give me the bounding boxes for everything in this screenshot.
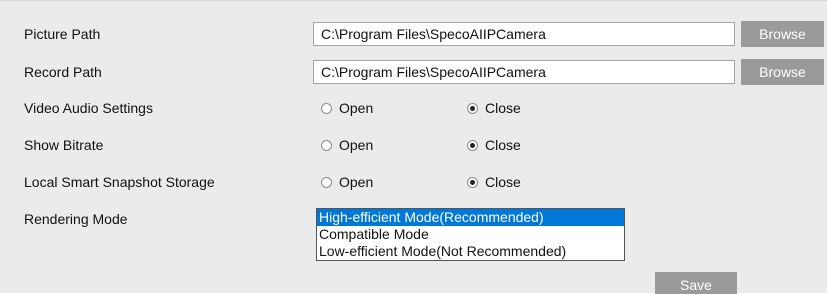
rendering-mode-option[interactable]: High-efficient Mode(Recommended) [317,209,624,226]
video-audio-close-radio[interactable]: Close [467,99,521,117]
show-bitrate-open-radio[interactable]: Open [321,136,373,154]
snapshot-storage-open-radio[interactable]: Open [321,173,373,191]
picture-path-label: Picture Path [24,26,101,42]
radio-unchecked-icon [321,139,332,151]
record-path-input[interactable] [313,60,735,84]
snapshot-storage-label: Local Smart Snapshot Storage [24,174,215,190]
save-button[interactable]: Save [655,272,737,294]
video-audio-open-radio[interactable]: Open [321,99,373,117]
picture-path-browse-button[interactable]: Browse [741,21,824,47]
rendering-mode-option[interactable]: Low-efficient Mode(Not Recommended) [317,243,624,260]
radio-checked-icon [467,139,478,151]
rendering-mode-label: Rendering Mode [24,211,128,227]
video-audio-label: Video Audio Settings [24,100,153,116]
radio-label: Open [339,137,374,153]
radio-unchecked-icon [321,102,332,114]
show-bitrate-close-radio[interactable]: Close [467,136,521,154]
record-path-label: Record Path [24,64,102,80]
radio-label: Open [339,100,374,116]
radio-label: Close [485,100,521,116]
rendering-mode-option[interactable]: Compatible Mode [317,226,624,243]
radio-checked-icon [467,176,478,188]
snapshot-storage-close-radio[interactable]: Close [467,173,521,191]
record-path-browse-button[interactable]: Browse [741,59,824,85]
radio-label: Close [485,137,521,153]
radio-label: Open [339,174,374,190]
rendering-mode-listbox[interactable]: High-efficient Mode(Recommended) Compati… [316,208,625,261]
show-bitrate-label: Show Bitrate [24,137,104,153]
radio-checked-icon [467,102,478,114]
settings-panel: Picture Path Browse Record Path Browse V… [0,0,827,294]
radio-label: Close [485,174,521,190]
picture-path-input[interactable] [313,22,735,46]
radio-unchecked-icon [321,176,332,188]
